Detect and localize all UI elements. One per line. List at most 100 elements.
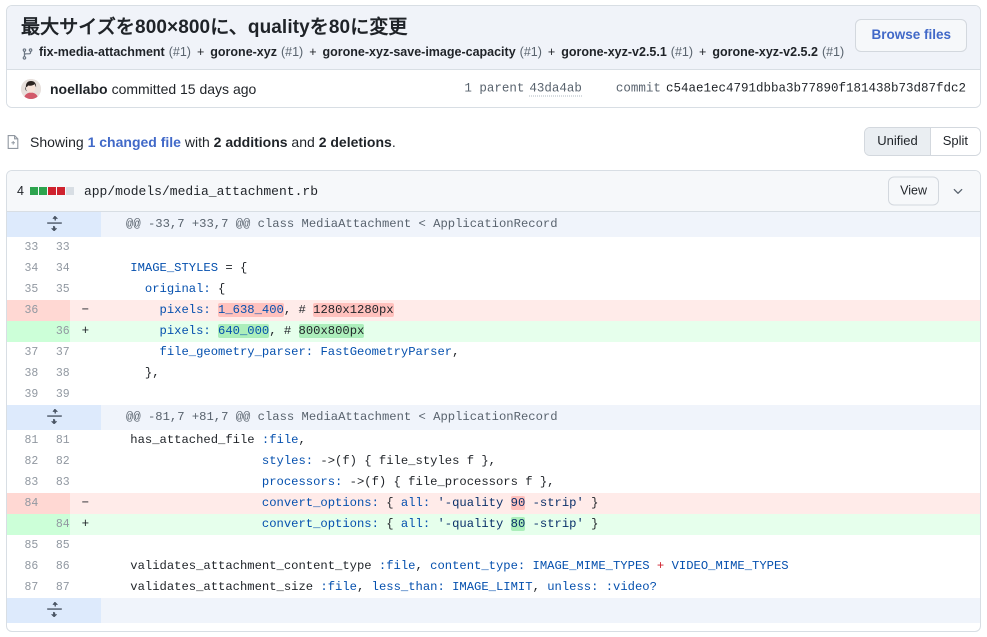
line-number-new: 35	[38, 279, 70, 300]
diff-line-addition: 36 + pixels: 640_000, # 800x800px	[7, 321, 980, 342]
commit-page: 最大サイズを800×800に、qualityを80に変更 fix-media-a…	[0, 0, 987, 637]
line-number-old: 81	[7, 430, 39, 451]
parent-sha-link[interactable]: 43da4ab	[529, 81, 582, 96]
commit-title: 最大サイズを800×800に、qualityを80に変更	[21, 17, 408, 38]
line-marker	[69, 577, 101, 598]
line-marker	[69, 430, 101, 451]
ref-item-2[interactable]: gorone-xyz-save-image-capacity (#1)	[323, 43, 542, 61]
commit-meta-row: noellabo committed 15 days ago 1 parent …	[7, 69, 980, 107]
tab-unified[interactable]: Unified	[865, 128, 930, 155]
diff-line-context: 82 82 styles: ->(f) { file_styles f },	[7, 451, 980, 472]
line-number-old: 83	[7, 472, 39, 493]
line-number-old	[7, 514, 39, 535]
avatar[interactable]	[21, 78, 41, 99]
line-marker: −	[69, 300, 101, 321]
line-number-old	[7, 321, 39, 342]
line-number-new: 34	[38, 258, 70, 279]
line-code[interactable]: convert_options: { all: '-quality 80 -st…	[101, 514, 980, 535]
line-number-new	[38, 300, 70, 321]
line-code[interactable]: validates_attachment_size :file, less_th…	[101, 577, 980, 598]
line-number-old: 87	[7, 577, 39, 598]
ref-item-1[interactable]: gorone-xyz (#1)	[210, 43, 303, 61]
ref-item-3[interactable]: gorone-xyz-v2.5.1 (#1)	[561, 43, 693, 61]
line-code[interactable]: processors: ->(f) { file_processors f },	[101, 472, 980, 493]
line-code[interactable]	[101, 237, 980, 258]
line-number-new: 87	[38, 577, 70, 598]
line-number-new	[38, 493, 70, 514]
expand-hunk-button[interactable]	[7, 405, 101, 430]
line-code[interactable]: pixels: 640_000, # 800x800px	[101, 321, 980, 342]
expand-hunk-button[interactable]	[7, 598, 101, 623]
line-marker	[69, 237, 101, 258]
line-number-old: 84	[7, 493, 39, 514]
ref-separator-3: +	[699, 45, 707, 59]
diff-line-context: 33 33	[7, 237, 980, 258]
parent-label: 1 parent	[464, 81, 525, 96]
diff-line-context: 81 81 has_attached_file :file,	[7, 430, 980, 451]
ref-item-0[interactable]: fix-media-attachment (#1)	[39, 43, 191, 61]
line-code[interactable]: convert_options: { all: '-quality 90 -st…	[101, 493, 980, 514]
line-number-new: 82	[38, 451, 70, 472]
diff-summary-text: Showing 1 changed file with 2 additions …	[30, 134, 396, 150]
commit-header-box: 最大サイズを800×800に、qualityを80に変更 fix-media-a…	[6, 5, 981, 108]
diffstat-block	[38, 187, 47, 195]
line-code[interactable]: has_attached_file :file,	[101, 430, 980, 451]
commit-branch-refs: fix-media-attachment (#1) + gorone-xyz (#1…	[21, 43, 966, 61]
commit-sha-value[interactable]: c54ae1ec4791dbba3b77890f181438b73d87fdc2	[666, 82, 966, 96]
line-code[interactable]: styles: ->(f) { file_styles f },	[101, 451, 980, 472]
chevron-down-icon[interactable]	[945, 182, 971, 200]
diff-line-addition: 84 + convert_options: { all: '-quality 8…	[7, 514, 980, 535]
line-number-new: 85	[38, 535, 70, 556]
hunk-footer-text	[101, 598, 980, 623]
line-number-old: 35	[7, 279, 39, 300]
diff-line-deletion: 36 − pixels: 1_638_400, # 1280x1280px	[7, 300, 980, 321]
diffstat-block	[47, 187, 56, 195]
line-marker	[69, 279, 101, 300]
file-path[interactable]: app/models/media_attachment.rb	[84, 184, 318, 199]
ref-item-4[interactable]: gorone-xyz-v2.5.2 (#1)	[712, 43, 844, 61]
line-code[interactable]	[101, 384, 980, 405]
ref-separator-2: +	[547, 45, 556, 59]
commit-sha-label: commit	[615, 81, 661, 96]
line-marker	[69, 535, 101, 556]
expand-hunk-button[interactable]	[7, 212, 101, 237]
line-marker: −	[69, 493, 101, 514]
diff-line-context: 37 37 file_geometry_parser: FastGeometry…	[7, 342, 980, 363]
line-code[interactable]: pixels: 1_638_400, # 1280x1280px	[101, 300, 980, 321]
line-number-new: 83	[38, 472, 70, 493]
tab-split[interactable]: Split	[929, 128, 980, 155]
commit-author[interactable]: noellabo	[50, 81, 108, 97]
diff-table: @@ -33,7 +33,7 @@ class MediaAttachment …	[7, 212, 980, 623]
line-number-new: 84	[38, 514, 70, 535]
line-code[interactable]	[101, 535, 980, 556]
line-marker	[69, 258, 101, 279]
line-code[interactable]: IMAGE_STYLES = {	[101, 258, 980, 279]
showing-and: and	[287, 134, 319, 150]
view-file-button[interactable]: View	[888, 176, 939, 206]
hunk-header-text: @@ -33,7 +33,7 @@ class MediaAttachment …	[101, 212, 980, 237]
browse-files-button[interactable]: Browse files	[855, 19, 967, 52]
deletions-count: 2 deletions	[318, 134, 392, 150]
diff-line-context: 87 87 validates_attachment_size :file, l…	[7, 577, 980, 598]
diff-hunk-header: @@ -81,7 +81,7 @@ class MediaAttachment …	[7, 405, 980, 430]
diff-line-context: 34 34 IMAGE_STYLES = {	[7, 258, 980, 279]
diff-line-context: 85 85	[7, 535, 980, 556]
diff-line-context: 83 83 processors: ->(f) { file_processor…	[7, 472, 980, 493]
line-code[interactable]: },	[101, 363, 980, 384]
line-marker: +	[69, 514, 101, 535]
commit-sha-group: 1 parent 43da4ab commit c54ae1ec4791dbba…	[464, 81, 966, 96]
line-number-new: 37	[38, 342, 70, 363]
line-marker: +	[69, 321, 101, 342]
line-number-old: 36	[7, 300, 39, 321]
line-code[interactable]: validates_attachment_content_type :file,…	[101, 556, 980, 577]
line-code[interactable]: original: {	[101, 279, 980, 300]
changed-files-link[interactable]: 1 changed file	[88, 134, 181, 150]
diff-line-context: 39 39	[7, 384, 980, 405]
line-number-new: 38	[38, 363, 70, 384]
diff-summary-row: Showing 1 changed file with 2 additions …	[6, 127, 981, 157]
line-code[interactable]: file_geometry_parser: FastGeometryParser…	[101, 342, 980, 363]
diff-line-deletion: 84 − convert_options: { all: '-quality 9…	[7, 493, 980, 514]
git-branch-icon	[21, 47, 34, 61]
additions-count: 2 additions	[213, 134, 288, 150]
line-marker	[69, 556, 101, 577]
